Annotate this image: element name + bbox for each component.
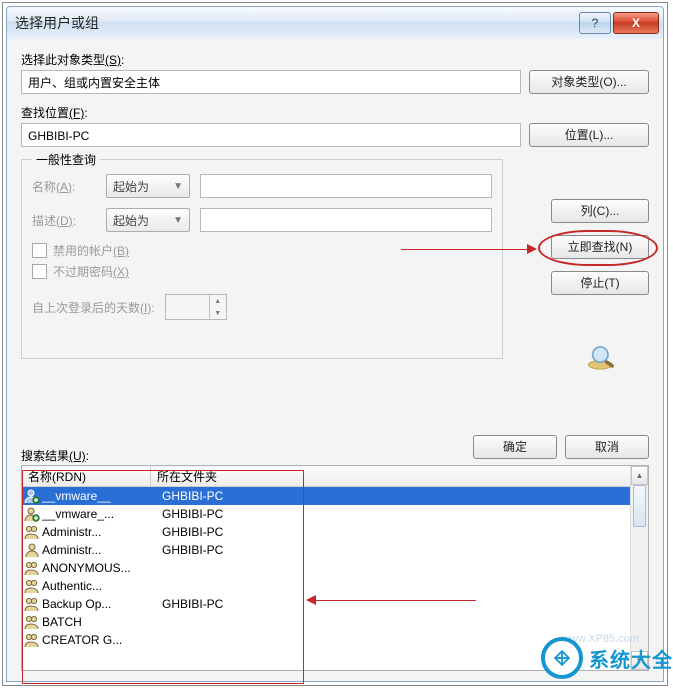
cancel-button[interactable]: 取消 xyxy=(565,435,649,459)
common-queries-legend: 一般性查询 xyxy=(32,151,100,168)
result-name: __vmware_... xyxy=(42,507,152,521)
result-folder: GHBIBI-PC xyxy=(152,525,648,539)
search-decor-icon xyxy=(585,344,619,372)
result-name: CREATOR G... xyxy=(42,633,152,647)
help-button[interactable]: ? xyxy=(579,12,611,34)
result-folder: GHBIBI-PC xyxy=(152,597,648,611)
table-row[interactable]: CREATOR G... xyxy=(22,631,648,649)
chevron-down-icon: ▼ xyxy=(173,181,183,192)
table-row[interactable]: __vmware_...GHBIBI-PC xyxy=(22,505,648,523)
users-icon xyxy=(24,560,40,576)
stop-button[interactable]: 停止(T) xyxy=(551,271,649,295)
result-folder: GHBIBI-PC xyxy=(152,489,648,503)
ok-button[interactable]: 确定 xyxy=(473,435,557,459)
result-name: Backup Op... xyxy=(42,597,152,611)
location-label: 查找位置(F): xyxy=(21,104,649,121)
object-type-label: 选择此对象类型(S): xyxy=(21,51,649,68)
scroll-up-arrow[interactable]: ▲ xyxy=(631,466,648,485)
users-icon xyxy=(24,578,40,594)
result-folder: GHBIBI-PC xyxy=(152,507,648,521)
table-row[interactable]: Administr...GHBIBI-PC xyxy=(22,541,648,559)
user-icon xyxy=(24,542,40,558)
common-queries-group: 一般性查询 名称(A): 起始为▼ 描述(D): 起始为▼ xyxy=(21,159,503,359)
users-icon xyxy=(24,524,40,540)
days-since-logon-label: 自上次登录后的天数(I): xyxy=(32,299,155,316)
nonexpiring-password-label: 不过期密码(X) xyxy=(53,263,129,280)
description-match-combo[interactable]: 起始为▼ xyxy=(106,208,190,232)
name-match-combo[interactable]: 起始为▼ xyxy=(106,174,190,198)
disabled-accounts-label: 禁用的帐户(B) xyxy=(53,242,129,259)
disabled-accounts-checkbox[interactable] xyxy=(32,243,47,258)
close-button[interactable]: X xyxy=(613,12,659,34)
description-label: 描述(D): xyxy=(32,212,106,229)
titlebar: 选择用户或组 ? X xyxy=(6,6,664,40)
object-type-field[interactable]: 用户、组或内置安全主体 xyxy=(21,70,521,94)
description-input[interactable] xyxy=(200,208,492,232)
table-row[interactable]: BATCH xyxy=(22,613,648,631)
chevron-down-icon: ▼ xyxy=(173,215,183,226)
column-name-rdn[interactable]: 名称(RDN) xyxy=(22,466,151,486)
result-name: BATCH xyxy=(42,615,152,629)
window-title: 选择用户或组 xyxy=(7,13,577,33)
result-name: Administr... xyxy=(42,525,152,539)
result-folder: GHBIBI-PC xyxy=(152,543,648,557)
result-name: __vmware__ xyxy=(42,489,152,503)
results-scrollbar[interactable]: ▲ ▼ xyxy=(630,466,648,670)
user-badge-icon xyxy=(24,488,40,504)
table-row[interactable]: ANONYMOUS... xyxy=(22,559,648,577)
days-since-logon-spinner[interactable]: ▲▼ xyxy=(165,294,227,320)
object-types-button[interactable]: 对象类型(O)... xyxy=(529,70,649,94)
user-badge-icon xyxy=(24,506,40,522)
users-icon xyxy=(24,596,40,612)
location-field[interactable]: GHBIBI-PC xyxy=(21,123,521,147)
scroll-thumb[interactable] xyxy=(633,485,646,527)
table-row[interactable]: Administr...GHBIBI-PC xyxy=(22,523,648,541)
table-row[interactable]: __vmware__GHBIBI-PC xyxy=(22,487,648,505)
columns-button[interactable]: 列(C)... xyxy=(551,199,649,223)
users-icon xyxy=(24,614,40,630)
dialog-body: 选择此对象类型(S): 用户、组或内置安全主体 对象类型(O)... 查找位置(… xyxy=(6,39,664,682)
table-row[interactable]: Backup Op...GHBIBI-PC xyxy=(22,595,648,613)
result-name: ANONYMOUS... xyxy=(42,561,152,575)
name-input[interactable] xyxy=(200,174,492,198)
find-now-button[interactable]: 立即查找(N) xyxy=(551,235,649,259)
results-header[interactable]: 名称(RDN) 所在文件夹 xyxy=(22,466,648,487)
scroll-down-arrow[interactable]: ▼ xyxy=(631,651,648,670)
search-results-list[interactable]: 名称(RDN) 所在文件夹 __vmware__GHBIBI-PC__vmwar… xyxy=(21,465,649,671)
users-icon xyxy=(24,632,40,648)
column-in-folder[interactable]: 所在文件夹 xyxy=(151,466,648,486)
result-name: Authentic... xyxy=(42,579,152,593)
nonexpiring-password-checkbox[interactable] xyxy=(32,264,47,279)
locations-button[interactable]: 位置(L)... xyxy=(529,123,649,147)
result-name: Administr... xyxy=(42,543,152,557)
search-results-label: 搜索结果(U): xyxy=(21,447,89,464)
table-row[interactable]: Authentic... xyxy=(22,577,648,595)
name-label: 名称(A): xyxy=(32,178,106,195)
